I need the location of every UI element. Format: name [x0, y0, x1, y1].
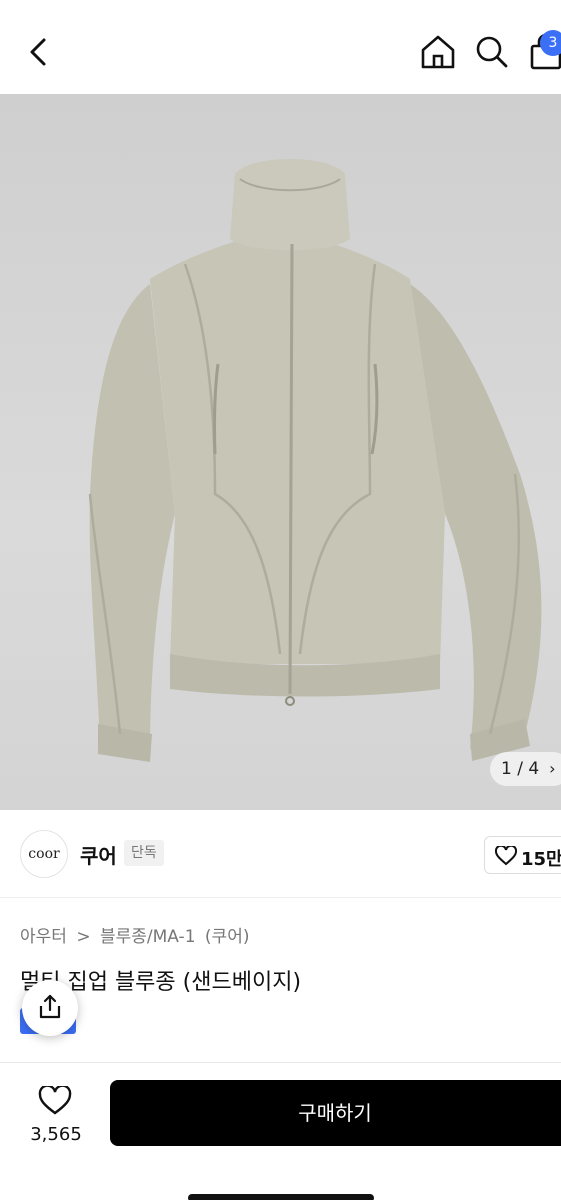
jacket-image	[88, 159, 542, 762]
search-button[interactable]	[472, 32, 512, 72]
exclusive-badge: 단독	[124, 840, 164, 866]
wishlist-count: 3,565	[30, 1124, 82, 1145]
back-button[interactable]	[22, 34, 58, 70]
divider	[0, 1062, 561, 1063]
brand-name[interactable]: 쿠어	[80, 840, 117, 869]
chevron-left-icon	[30, 38, 46, 66]
home-indicator	[188, 1194, 374, 1200]
pager-text: 1 / 4	[501, 759, 540, 779]
buy-button[interactable]: 구매하기	[110, 1080, 561, 1146]
breadcrumb-category[interactable]: 아우터	[20, 927, 67, 947]
image-pager[interactable]: 1 / 4 ›	[490, 752, 561, 786]
top-bar: 3	[0, 0, 561, 94]
breadcrumb-brand[interactable]: (쿠어)	[205, 927, 250, 947]
heart-icon	[495, 846, 517, 866]
share-button[interactable]	[22, 980, 78, 1036]
brand-logo[interactable]: coor	[20, 830, 68, 878]
bottom-action-bar: 3,565 구매하기	[0, 1064, 561, 1200]
chevron-right-icon: ›	[549, 759, 556, 778]
brand-like-button[interactable]: 15만	[484, 836, 561, 874]
search-icon	[476, 36, 508, 68]
home-button[interactable]	[418, 32, 458, 72]
product-image-gallery[interactable]	[0, 94, 561, 810]
cart-count-badge: 3	[540, 30, 561, 56]
heart-icon	[38, 1086, 72, 1115]
brand-row: coor 쿠어 단독 15만	[0, 810, 561, 898]
share-icon	[39, 994, 61, 1019]
home-icon	[421, 35, 455, 69]
wishlist-button[interactable]: 3,565	[18, 1080, 94, 1156]
breadcrumb: 아우터 > 블루종/MA-1 (쿠어)	[20, 922, 253, 947]
breadcrumb-separator: >	[76, 927, 91, 947]
breadcrumb-subcategory[interactable]: 블루종/MA-1	[100, 927, 196, 947]
brand-like-count: 15만	[521, 849, 561, 870]
